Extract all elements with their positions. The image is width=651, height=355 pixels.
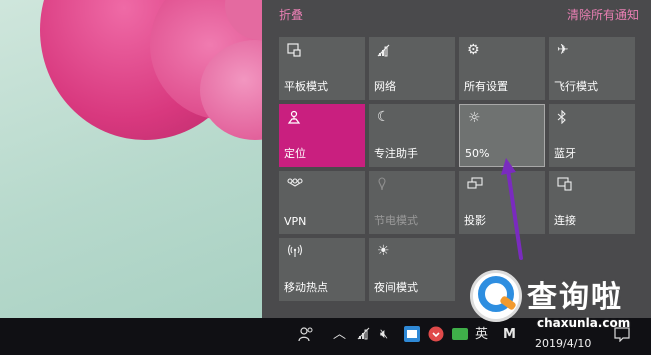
tile-label: 节电模式 xyxy=(374,214,418,227)
tile-project[interactable]: 投影 xyxy=(459,171,545,234)
tile-vpn[interactable]: VPN xyxy=(279,171,365,234)
tile-tablet-mode[interactable]: 平板模式 xyxy=(279,37,365,100)
tile-focus-assist[interactable]: ☾ 专注助手 xyxy=(369,104,455,167)
tablet-mode-icon xyxy=(287,43,301,60)
tile-label: 蓝牙 xyxy=(554,147,576,160)
tile-label: 网络 xyxy=(374,80,396,93)
tile-label: 飞行模式 xyxy=(554,80,598,93)
tile-brightness[interactable]: ☼ 50% xyxy=(459,104,545,167)
tile-night-light[interactable]: ☀ 夜间模式 xyxy=(369,238,455,301)
connect-icon xyxy=(557,177,573,194)
tile-mobile-hotspot[interactable]: 移动热点 xyxy=(279,238,365,301)
app-green-icon[interactable] xyxy=(452,326,468,348)
show-hidden-icons-chevron-up-icon[interactable]: ︿ xyxy=(333,326,346,344)
airplane-icon: ✈ xyxy=(557,42,569,58)
clear-all-notifications-link[interactable]: 清除所有通知 xyxy=(567,6,639,23)
watermark-subtitle: chaxunla.com xyxy=(537,316,631,330)
tile-network[interactable]: 网络 xyxy=(369,37,455,100)
tile-label: 50% xyxy=(465,147,490,160)
network-tray-icon[interactable] xyxy=(357,326,371,346)
battery-saver-icon xyxy=(377,177,387,194)
location-icon xyxy=(287,110,301,127)
tile-location[interactable]: 定位 xyxy=(279,104,365,167)
moon-icon: ☾ xyxy=(377,109,390,125)
people-icon[interactable] xyxy=(298,326,314,348)
tile-battery-saver[interactable]: 节电模式 xyxy=(369,171,455,234)
bluetooth-icon xyxy=(557,109,567,127)
collapse-link[interactable]: 折叠 xyxy=(279,6,303,23)
tile-label: 平板模式 xyxy=(284,80,328,93)
tile-all-settings[interactable]: ⚙ 所有设置 xyxy=(459,37,545,100)
watermark-title: 查询啦 xyxy=(527,280,623,315)
project-icon xyxy=(467,177,483,194)
ime-mode-indicator[interactable]: M xyxy=(503,326,516,344)
vpn-icon xyxy=(287,177,303,191)
action-center-header: 折叠 清除所有通知 xyxy=(262,0,651,30)
tile-label: 夜间模式 xyxy=(374,281,418,294)
network-icon xyxy=(377,43,391,60)
volume-muted-icon[interactable]: 🔇︎ xyxy=(380,326,388,344)
tile-label: 定位 xyxy=(284,147,306,160)
tile-label: 投影 xyxy=(464,214,486,227)
desktop-wallpaper xyxy=(0,0,262,318)
tile-label: VPN xyxy=(284,215,307,228)
app-tray-icon[interactable] xyxy=(404,326,420,348)
tile-label: 所有设置 xyxy=(464,80,508,93)
tile-connect[interactable]: 连接 xyxy=(549,171,635,234)
tile-bluetooth[interactable]: 蓝牙 xyxy=(549,104,635,167)
tile-airplane-mode[interactable]: ✈ 飞行模式 xyxy=(549,37,635,100)
brightness-icon: ☼ xyxy=(468,110,481,126)
security-shield-icon[interactable] xyxy=(428,326,444,348)
ime-language-indicator[interactable]: 英 xyxy=(475,326,488,344)
night-light-icon: ☀ xyxy=(377,243,390,259)
taskbar-date[interactable]: 2019/4/10 xyxy=(535,337,591,350)
tile-label: 连接 xyxy=(554,214,576,227)
tile-label: 专注助手 xyxy=(374,147,418,160)
tile-label: 移动热点 xyxy=(284,281,328,294)
hotspot-icon xyxy=(287,244,303,261)
action-center-panel: 折叠 清除所有通知 平板模式 网络 ⚙ 所有设置 ✈ 飞行模式 定位 ☾ 专注助… xyxy=(262,0,651,318)
settings-gear-icon: ⚙ xyxy=(467,42,480,58)
